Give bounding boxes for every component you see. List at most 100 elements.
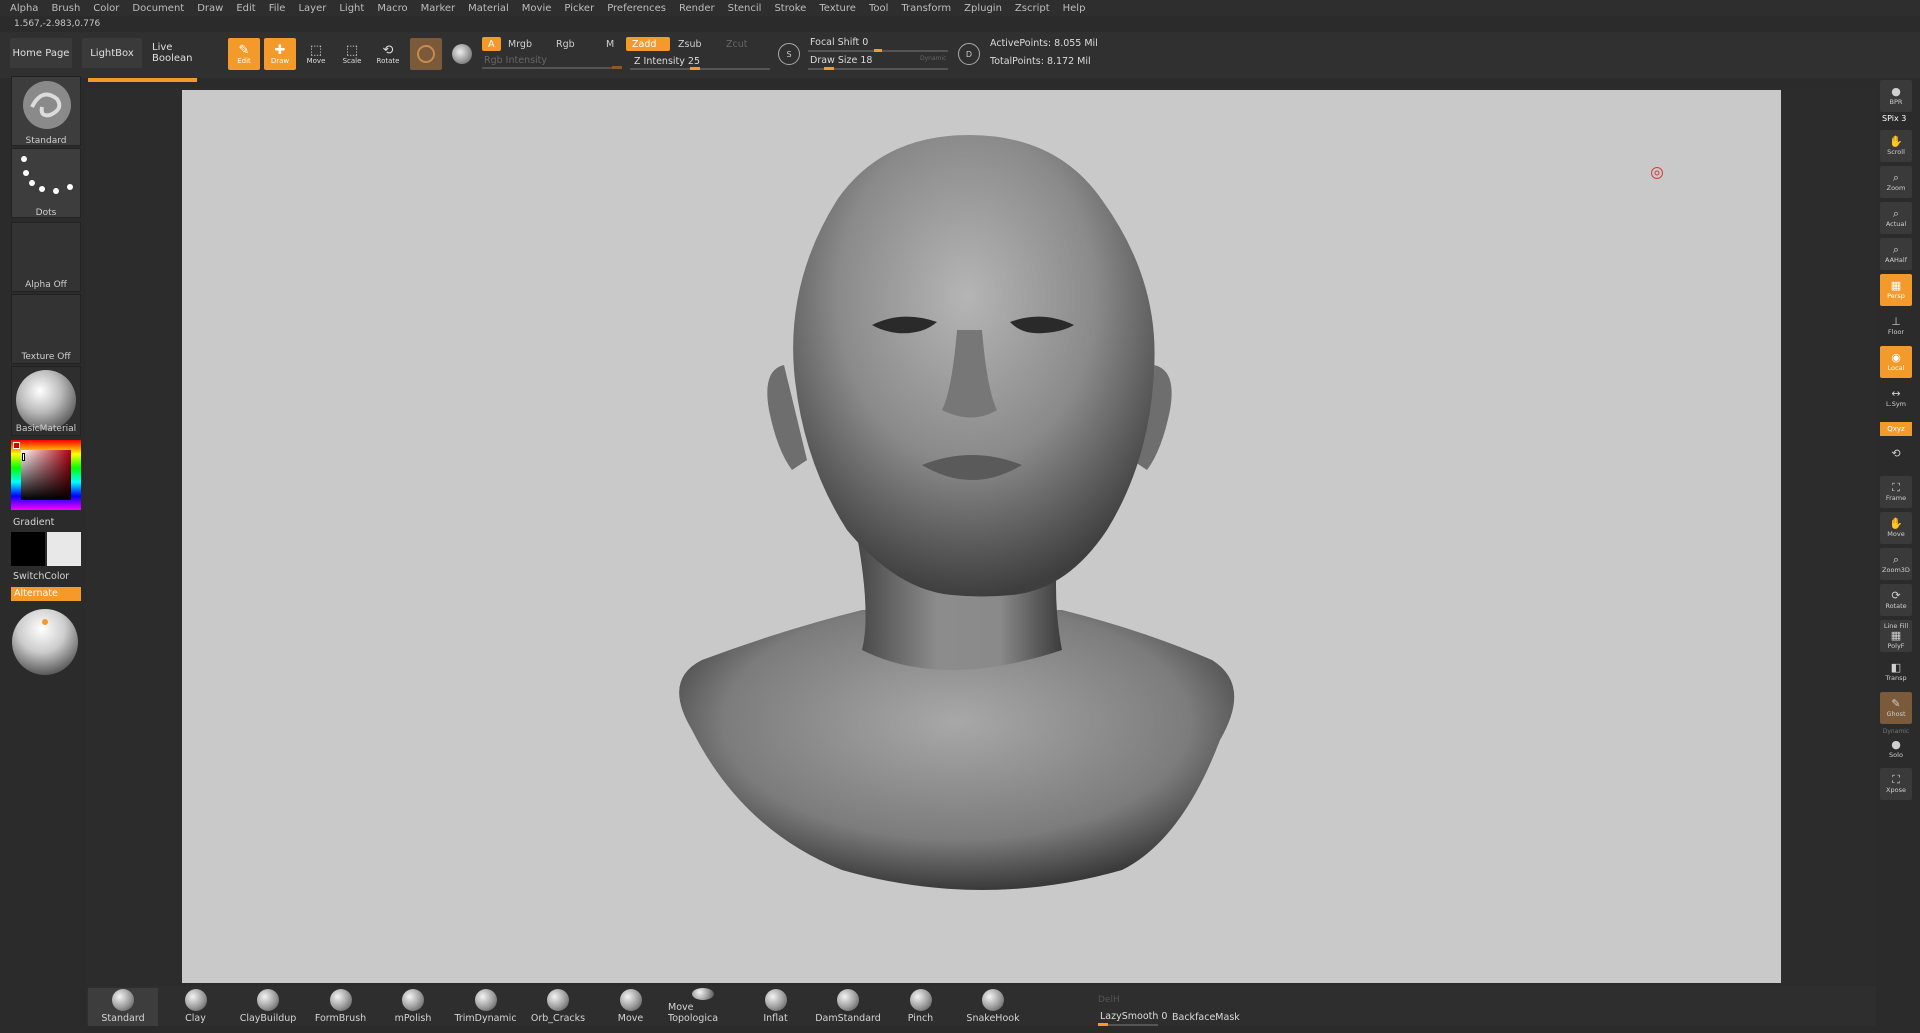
menu-stroke[interactable]: Stroke: [774, 3, 806, 14]
sculpted-head-model[interactable]: [182, 90, 1781, 983]
ghost-button[interactable]: ✎ Ghost: [1880, 692, 1912, 724]
switch-color-button[interactable]: SwitchColor: [13, 571, 69, 582]
menu-macro[interactable]: Macro: [377, 3, 407, 14]
xyz-button[interactable]: Qxyz: [1880, 422, 1912, 436]
frame-button[interactable]: ⛶ Frame: [1880, 476, 1912, 508]
menu-transform[interactable]: Transform: [901, 3, 951, 14]
brush-move-topologica[interactable]: Move Topologica: [668, 988, 738, 1026]
dynamic-toggle[interactable]: Dynamic: [920, 55, 946, 62]
zadd-button[interactable]: Zadd: [626, 37, 670, 51]
light-position-icon[interactable]: [42, 619, 48, 625]
spix-slider[interactable]: SPix 3: [1882, 114, 1906, 123]
s-lock-icon[interactable]: S: [778, 43, 800, 65]
menu-stencil[interactable]: Stencil: [728, 3, 762, 14]
rotation-lock-button[interactable]: ⟲: [1880, 440, 1912, 468]
brush-claybuildup[interactable]: ClayBuildup: [233, 988, 303, 1026]
brush-standard[interactable]: Standard: [88, 988, 158, 1026]
bpr-button[interactable]: ● BPR: [1880, 80, 1912, 112]
brush-label: Standard: [101, 1013, 145, 1024]
move-view-button[interactable]: ✋ Move: [1880, 512, 1912, 544]
menu-draw[interactable]: Draw: [197, 3, 223, 14]
lsym-button[interactable]: ↔ L.Sym: [1880, 382, 1912, 414]
rgb-button[interactable]: Rgb: [550, 37, 581, 51]
menu-light[interactable]: Light: [339, 3, 364, 14]
brush-formbrush[interactable]: FormBrush: [306, 988, 376, 1026]
d-lock-icon[interactable]: D: [958, 43, 980, 65]
lightbox-button[interactable]: LightBox: [82, 38, 142, 68]
menu-render[interactable]: Render: [679, 3, 715, 14]
rgb-intensity-track[interactable]: [482, 67, 622, 69]
delh-button[interactable]: DelH: [1098, 995, 1120, 1005]
draw-button[interactable]: ✚ Draw: [264, 38, 296, 70]
texture-label: Texture Off: [21, 352, 71, 362]
live-boolean-button[interactable]: Live Boolean: [152, 38, 216, 68]
move-button[interactable]: ⬚ Move: [300, 38, 332, 70]
menu-help[interactable]: Help: [1063, 3, 1086, 14]
transp-button[interactable]: ◧ Transp: [1880, 656, 1912, 688]
m-button[interactable]: M: [600, 37, 620, 51]
brush-move[interactable]: Move: [596, 988, 666, 1026]
home-page-button[interactable]: Home Page: [10, 38, 72, 68]
menu-movie[interactable]: Movie: [522, 3, 552, 14]
brush-inflat[interactable]: Inflat: [741, 988, 811, 1026]
main-color-swatch[interactable]: [11, 532, 45, 566]
focal-shift-slider[interactable]: Focal Shift 0: [810, 37, 868, 48]
rgb-intensity-slider[interactable]: Rgb Intensity: [484, 55, 547, 66]
brush-mpolish[interactable]: mPolish: [378, 988, 448, 1026]
brush-orb-cracks[interactable]: Orb_Cracks: [523, 988, 593, 1026]
aahalf-button[interactable]: ⌕ AAHalf: [1880, 238, 1912, 270]
menu-layer[interactable]: Layer: [298, 3, 326, 14]
material-button[interactable]: [446, 38, 478, 70]
z-intensity-track[interactable]: [630, 68, 770, 70]
actual-button[interactable]: ⌕ Actual: [1880, 202, 1912, 234]
gradient-label[interactable]: Gradient: [13, 517, 54, 528]
persp-button[interactable]: ▦ Persp: [1880, 274, 1912, 306]
menu-document[interactable]: Document: [132, 3, 184, 14]
menu-alpha[interactable]: Alpha: [10, 3, 38, 14]
menu-material[interactable]: Material: [468, 3, 509, 14]
color-picker[interactable]: [11, 440, 81, 510]
brush-clay[interactable]: Clay: [161, 988, 231, 1026]
zcut-button[interactable]: Zcut: [720, 37, 753, 51]
rotate-view-button[interactable]: ⟳ Rotate: [1880, 584, 1912, 616]
scale-button[interactable]: ⬚ Scale: [336, 38, 368, 70]
edit-button[interactable]: ✎ Edit: [228, 38, 260, 70]
rotate-button[interactable]: ⟲ Rotate: [372, 38, 404, 70]
menu-edit[interactable]: Edit: [236, 3, 255, 14]
a-toggle[interactable]: A: [482, 37, 501, 51]
menu-marker[interactable]: Marker: [421, 3, 456, 14]
light-sphere[interactable]: [12, 609, 78, 675]
polyf-button[interactable]: Line Fill ▦ PolyF: [1880, 620, 1912, 652]
secondary-color-swatch[interactable]: [47, 532, 81, 566]
zsub-button[interactable]: Zsub: [672, 37, 708, 51]
scroll-button[interactable]: ✋ Scroll: [1880, 130, 1912, 162]
solo-button[interactable]: ● Solo: [1880, 736, 1912, 762]
zoom3d-button[interactable]: ⌕ Zoom3D: [1880, 548, 1912, 580]
menu-preferences[interactable]: Preferences: [607, 3, 666, 14]
local-button[interactable]: ◉ Local: [1880, 346, 1912, 378]
alternate-button[interactable]: Alternate: [11, 587, 81, 601]
zoom-button[interactable]: ⌕ Zoom: [1880, 166, 1912, 198]
menu-file[interactable]: File: [269, 3, 286, 14]
brush-trimdynamic[interactable]: TrimDynamic: [451, 988, 521, 1026]
menu-picker[interactable]: Picker: [564, 3, 594, 14]
lazy-smooth-slider[interactable]: LazySmooth 0: [1100, 1011, 1167, 1022]
menu-color[interactable]: Color: [93, 3, 119, 14]
mrgb-button[interactable]: Mrgb: [502, 37, 538, 51]
color-saturation-square[interactable]: [21, 450, 71, 500]
backface-mask-button[interactable]: BackfaceMask: [1172, 1012, 1240, 1023]
xpose-button[interactable]: ⛶ Xpose: [1880, 768, 1912, 800]
menu-zplugin[interactable]: Zplugin: [964, 3, 1002, 14]
brush-sphere-button[interactable]: [410, 38, 442, 70]
brush-snakehook[interactable]: SnakeHook: [958, 988, 1028, 1026]
menu-zscript[interactable]: Zscript: [1015, 3, 1050, 14]
menu-texture[interactable]: Texture: [819, 3, 856, 14]
menu-tool[interactable]: Tool: [869, 3, 888, 14]
z-intensity-slider[interactable]: Z Intensity 25: [634, 56, 700, 67]
brush-damstandard[interactable]: DamStandard: [813, 988, 883, 1026]
draw-size-slider[interactable]: Draw Size 18: [810, 55, 872, 66]
document-viewport[interactable]: [182, 90, 1781, 983]
menu-brush[interactable]: Brush: [51, 3, 80, 14]
brush-pinch[interactable]: Pinch: [886, 988, 956, 1026]
floor-button[interactable]: ⊥ Floor: [1880, 310, 1912, 342]
